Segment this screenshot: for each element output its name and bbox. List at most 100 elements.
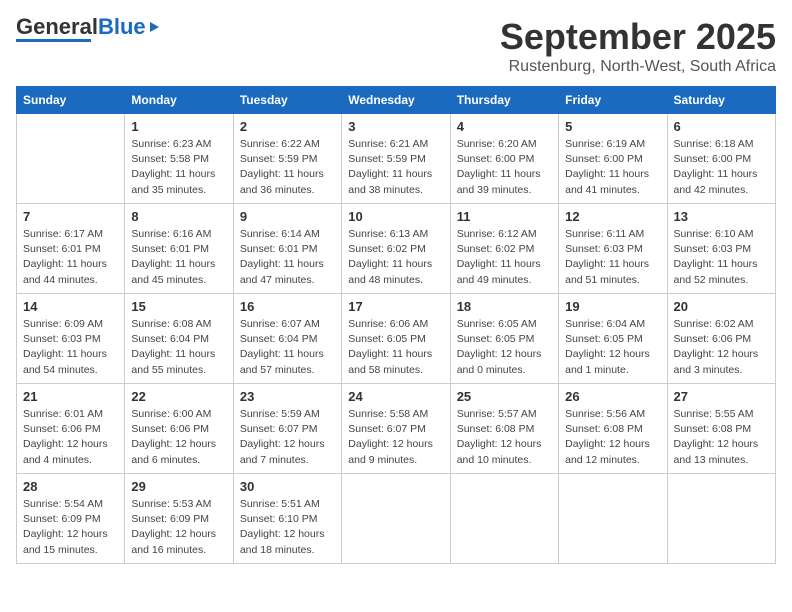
- day-number: 12: [565, 209, 660, 224]
- day-number: 27: [674, 389, 769, 404]
- calendar-cell: 16Sunrise: 6:07 AMSunset: 6:04 PMDayligh…: [233, 294, 341, 384]
- day-detail: Sunrise: 5:59 AMSunset: 6:07 PMDaylight:…: [240, 407, 335, 468]
- day-number: 9: [240, 209, 335, 224]
- calendar-cell: [342, 474, 450, 564]
- weekday-header: Sunday: [17, 87, 125, 114]
- day-number: 24: [348, 389, 443, 404]
- weekday-header: Thursday: [450, 87, 558, 114]
- day-number: 7: [23, 209, 118, 224]
- calendar-cell: 30Sunrise: 5:51 AMSunset: 6:10 PMDayligh…: [233, 474, 341, 564]
- logo-line: [16, 39, 91, 42]
- calendar-cell: [667, 474, 775, 564]
- day-number: 22: [131, 389, 226, 404]
- day-detail: Sunrise: 6:20 AMSunset: 6:00 PMDaylight:…: [457, 137, 552, 198]
- day-number: 8: [131, 209, 226, 224]
- day-detail: Sunrise: 6:05 AMSunset: 6:05 PMDaylight:…: [457, 317, 552, 378]
- calendar-cell: 3Sunrise: 6:21 AMSunset: 5:59 PMDaylight…: [342, 114, 450, 204]
- calendar-week-row: 14 Sunrise: 6:09 AMSunset: 6:03 PMDayligh…: [17, 294, 776, 384]
- calendar-cell: 17 Sunrise: 6:06 AMSunset: 6:05 PMDayligh…: [342, 294, 450, 384]
- location: Rustenburg, North-West, South Africa: [500, 58, 776, 76]
- day-number: 18: [457, 299, 552, 314]
- day-number: 23: [240, 389, 335, 404]
- calendar-cell: 20 Sunrise: 6:02 AMSunset: 6:06 PMDayligh…: [667, 294, 775, 384]
- day-number: 30: [240, 479, 335, 494]
- day-number: 1: [131, 119, 226, 134]
- day-detail: Sunrise: 6:06 AMSunset: 6:05 PMDaylight:…: [348, 317, 443, 378]
- calendar-cell: 11Sunrise: 6:12 AMSunset: 6:02 PMDayligh…: [450, 204, 558, 294]
- calendar-cell: 23 Sunrise: 5:59 AMSunset: 6:07 PMDayligh…: [233, 384, 341, 474]
- calendar-cell: 13Sunrise: 6:10 AMSunset: 6:03 PMDayligh…: [667, 204, 775, 294]
- day-number: 28: [23, 479, 118, 494]
- day-detail: Sunrise: 5:57 AMSunset: 6:08 PMDaylight:…: [457, 407, 552, 468]
- day-detail: Sunrise: 6:16 AMSunset: 6:01 PMDaylight:…: [131, 227, 226, 288]
- calendar: SundayMondayTuesdayWednesdayThursdayFrid…: [16, 86, 776, 564]
- day-detail: Sunrise: 6:13 AMSunset: 6:02 PMDaylight:…: [348, 227, 443, 288]
- calendar-cell: 25 Sunrise: 5:57 AMSunset: 6:08 PMDayligh…: [450, 384, 558, 474]
- logo-text: GeneralBlue: [16, 16, 146, 38]
- day-detail: Sunrise: 6:09 AMSunset: 6:03 PMDaylight:…: [23, 317, 118, 378]
- day-number: 25: [457, 389, 552, 404]
- calendar-cell: 15Sunrise: 6:08 AMSunset: 6:04 PMDayligh…: [125, 294, 233, 384]
- title-block: September 2025 Rustenburg, North-West, S…: [500, 16, 776, 76]
- calendar-week-row: 28Sunrise: 5:54 AMSunset: 6:09 PMDayligh…: [17, 474, 776, 564]
- calendar-cell: 10Sunrise: 6:13 AMSunset: 6:02 PMDayligh…: [342, 204, 450, 294]
- day-number: 11: [457, 209, 552, 224]
- calendar-cell: 29 Sunrise: 5:53 AMSunset: 6:09 PMDayligh…: [125, 474, 233, 564]
- weekday-header: Saturday: [667, 87, 775, 114]
- day-detail: Sunrise: 6:23 AMSunset: 5:58 PMDaylight:…: [131, 137, 226, 198]
- calendar-cell: 7 Sunrise: 6:17 AMSunset: 6:01 PMDaylight…: [17, 204, 125, 294]
- day-number: 21: [23, 389, 118, 404]
- calendar-cell: 27Sunrise: 5:55 AMSunset: 6:08 PMDayligh…: [667, 384, 775, 474]
- calendar-cell: 6 Sunrise: 6:18 AMSunset: 6:00 PMDaylight…: [667, 114, 775, 204]
- calendar-week-row: 21 Sunrise: 6:01 AMSunset: 6:06 PMDayligh…: [17, 384, 776, 474]
- day-detail: Sunrise: 6:11 AMSunset: 6:03 PMDaylight:…: [565, 227, 660, 288]
- day-number: 20: [674, 299, 769, 314]
- calendar-cell: [450, 474, 558, 564]
- day-detail: Sunrise: 6:01 AMSunset: 6:06 PMDaylight:…: [23, 407, 118, 468]
- day-detail: Sunrise: 5:53 AMSunset: 6:09 PMDaylight:…: [131, 497, 226, 558]
- day-number: 15: [131, 299, 226, 314]
- page-header: GeneralBlue September 2025 Rustenburg, N…: [16, 16, 776, 76]
- calendar-cell: [559, 474, 667, 564]
- calendar-cell: 22 Sunrise: 6:00 AMSunset: 6:06 PMDayligh…: [125, 384, 233, 474]
- calendar-week-row: 7 Sunrise: 6:17 AMSunset: 6:01 PMDaylight…: [17, 204, 776, 294]
- calendar-cell: 8 Sunrise: 6:16 AMSunset: 6:01 PMDaylight…: [125, 204, 233, 294]
- calendar-cell: 12 Sunrise: 6:11 AMSunset: 6:03 PMDayligh…: [559, 204, 667, 294]
- weekday-header: Wednesday: [342, 87, 450, 114]
- calendar-cell: 19 Sunrise: 6:04 AMSunset: 6:05 PMDayligh…: [559, 294, 667, 384]
- weekday-header: Monday: [125, 87, 233, 114]
- day-detail: Sunrise: 6:02 AMSunset: 6:06 PMDaylight:…: [674, 317, 769, 378]
- day-number: 13: [674, 209, 769, 224]
- day-number: 29: [131, 479, 226, 494]
- day-detail: Sunrise: 5:56 AMSunset: 6:08 PMDaylight:…: [565, 407, 660, 468]
- weekday-header: Friday: [559, 87, 667, 114]
- day-detail: Sunrise: 6:22 AMSunset: 5:59 PMDaylight:…: [240, 137, 335, 198]
- calendar-cell: 2 Sunrise: 6:22 AMSunset: 5:59 PMDaylight…: [233, 114, 341, 204]
- day-detail: Sunrise: 6:17 AMSunset: 6:01 PMDaylight:…: [23, 227, 118, 288]
- day-detail: Sunrise: 6:18 AMSunset: 6:00 PMDaylight:…: [674, 137, 769, 198]
- day-number: 14: [23, 299, 118, 314]
- month-title: September 2025: [500, 16, 776, 58]
- calendar-cell: 21 Sunrise: 6:01 AMSunset: 6:06 PMDayligh…: [17, 384, 125, 474]
- calendar-cell: 26 Sunrise: 5:56 AMSunset: 6:08 PMDayligh…: [559, 384, 667, 474]
- weekday-header: Tuesday: [233, 87, 341, 114]
- day-number: 2: [240, 119, 335, 134]
- day-detail: Sunrise: 5:58 AMSunset: 6:07 PMDaylight:…: [348, 407, 443, 468]
- day-number: 19: [565, 299, 660, 314]
- calendar-cell: 1 Sunrise: 6:23 AMSunset: 5:58 PMDaylight…: [125, 114, 233, 204]
- calendar-cell: 24 Sunrise: 5:58 AMSunset: 6:07 PMDayligh…: [342, 384, 450, 474]
- day-detail: Sunrise: 6:19 AMSunset: 6:00 PMDaylight:…: [565, 137, 660, 198]
- day-number: 4: [457, 119, 552, 134]
- day-detail: Sunrise: 6:14 AMSunset: 6:01 PMDaylight:…: [240, 227, 335, 288]
- day-number: 6: [674, 119, 769, 134]
- calendar-cell: [17, 114, 125, 204]
- day-number: 5: [565, 119, 660, 134]
- calendar-cell: 9 Sunrise: 6:14 AMSunset: 6:01 PMDaylight…: [233, 204, 341, 294]
- day-detail: Sunrise: 6:04 AMSunset: 6:05 PMDaylight:…: [565, 317, 660, 378]
- calendar-week-row: 1 Sunrise: 6:23 AMSunset: 5:58 PMDaylight…: [17, 114, 776, 204]
- day-detail: Sunrise: 6:00 AMSunset: 6:06 PMDaylight:…: [131, 407, 226, 468]
- day-number: 26: [565, 389, 660, 404]
- logo: GeneralBlue: [16, 16, 159, 42]
- calendar-cell: 4 Sunrise: 6:20 AMSunset: 6:00 PMDaylight…: [450, 114, 558, 204]
- day-number: 17: [348, 299, 443, 314]
